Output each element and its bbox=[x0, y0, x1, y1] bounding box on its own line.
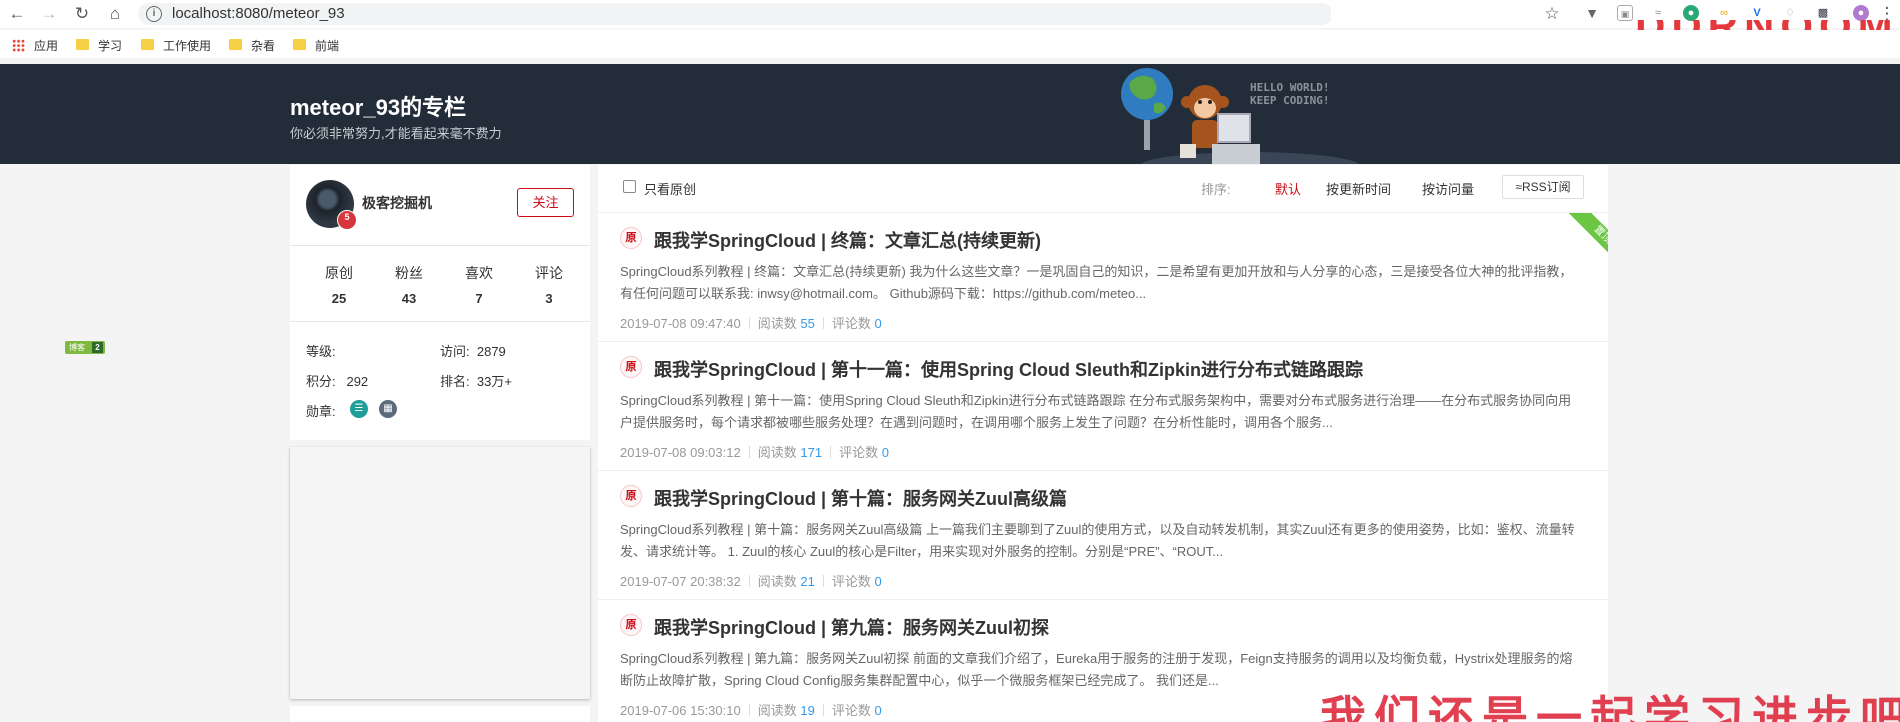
back-icon[interactable]: ← bbox=[6, 3, 28, 25]
monkey-banner-image bbox=[1121, 68, 1359, 164]
extension-icon-4[interactable]: ● bbox=[1683, 5, 1699, 21]
extension-icon-3[interactable]: ≈ bbox=[1650, 5, 1666, 21]
original-badge: 原 bbox=[620, 614, 642, 636]
sidebar-ad-placeholder bbox=[290, 447, 590, 699]
stat-comments[interactable]: 评论 3 bbox=[514, 263, 584, 306]
stat-likes[interactable]: 喜欢 7 bbox=[444, 263, 514, 306]
article-item: 原 跟我学SpringCloud | 第十篇：服务网关Zuul高级篇 Sprin… bbox=[598, 471, 1608, 600]
article-meta: 2019-07-07 20:38:32 阅读数 21 评论数 0 bbox=[620, 574, 882, 589]
divider bbox=[290, 245, 590, 246]
bookmarks-bar: 应用 学习 工作使用 杂看 前端 bbox=[0, 30, 1900, 58]
article-title[interactable]: 跟我学SpringCloud | 第十一篇：使用Spring Cloud Sle… bbox=[654, 356, 1363, 382]
bookmark-apps[interactable]: 应用 bbox=[12, 37, 58, 53]
overlay-decoration: 我们还是一起学习进步吧 bbox=[1320, 692, 1900, 722]
article-date: 2019-07-08 09:03:12 bbox=[620, 445, 741, 460]
list-toolbar: 只看原创 排序: 默认 按更新时间 按访问量 ≈RSS订阅 bbox=[598, 165, 1608, 213]
article-summary[interactable]: SpringCloud系列教程 | 第十篇：服务网关Zuul高级篇 上一篇我们主… bbox=[620, 519, 1580, 563]
article-title[interactable]: 跟我学SpringCloud | 终篇：文章汇总(持续更新) bbox=[654, 227, 1041, 253]
bookmark-misc[interactable]: 杂看 bbox=[229, 37, 275, 53]
medal-icon-book[interactable]: ▦ bbox=[379, 400, 397, 418]
sort-label: 排序: bbox=[1201, 182, 1231, 197]
banner-text: HELLO WORLD! KEEP CODING! bbox=[1250, 81, 1330, 107]
address-bar[interactable]: i localhost:8080/meteor_93 bbox=[138, 3, 1333, 25]
level-label: 等级: bbox=[306, 344, 336, 359]
article-meta: 2019-07-06 15:30:10 阅读数 19 评论数 0 bbox=[620, 703, 882, 718]
extension-icon-1[interactable]: ▼ bbox=[1584, 5, 1600, 21]
blog-subtitle: 你必须非常努力,才能看起来毫不费力 bbox=[290, 126, 502, 141]
article-meta: 2019-07-08 09:47:40 阅读数 55 评论数 0 bbox=[620, 316, 882, 331]
read-count: 21 bbox=[800, 574, 815, 589]
avatar-level-badge: 5 bbox=[337, 210, 357, 230]
article-date: 2019-07-07 20:38:32 bbox=[620, 574, 741, 589]
folder-icon bbox=[293, 38, 306, 50]
original-badge: 原 bbox=[620, 356, 642, 378]
comment-count[interactable]: 0 bbox=[882, 445, 889, 460]
sort-by-updated[interactable]: 按更新时间 bbox=[1326, 179, 1391, 198]
comment-count[interactable]: 0 bbox=[874, 703, 881, 718]
site-info-icon[interactable]: i bbox=[146, 6, 162, 22]
sort-default[interactable]: 默认 bbox=[1275, 179, 1301, 198]
profile-card: 5 极客挖掘机 关注 原创 25 粉丝 43 喜欢 7 评论 3 等级: 访问:… bbox=[290, 165, 590, 440]
address-url[interactable]: localhost:8080/meteor_93 bbox=[172, 5, 345, 22]
visits-value: 2879 bbox=[476, 344, 506, 359]
stat-original[interactable]: 原创 25 bbox=[304, 263, 374, 306]
folder-icon bbox=[76, 38, 89, 50]
folder-icon bbox=[229, 38, 242, 50]
original-badge: 原 bbox=[620, 485, 642, 507]
apps-grid-icon bbox=[12, 38, 25, 52]
reload-icon[interactable]: ↻ bbox=[71, 3, 93, 25]
medals-label: 勋章: bbox=[306, 404, 336, 419]
folder-icon bbox=[141, 38, 154, 50]
blog-level-badge[interactable]: 博客 2 bbox=[65, 341, 105, 354]
article-summary[interactable]: SpringCloud系列教程 | 终篇：文章汇总(持续更新) 我为什么这些文章… bbox=[620, 261, 1580, 305]
extension-icon-8[interactable]: ▩ bbox=[1815, 5, 1831, 21]
visits-row: 访问: 2879 bbox=[440, 344, 506, 359]
medal-icon-list[interactable]: ☰ bbox=[350, 400, 368, 418]
profile-avatar-icon[interactable]: ● bbox=[1853, 5, 1869, 21]
browser-toolbar: ← → ↻ ⌂ i localhost:8080/meteor_93 ☆ ▼ ▣… bbox=[0, 0, 1900, 28]
article-title[interactable]: 跟我学SpringCloud | 第十篇：服务网关Zuul高级篇 bbox=[654, 485, 1067, 511]
only-original-checkbox[interactable] bbox=[623, 180, 636, 193]
bookmark-work[interactable]: 工作使用 bbox=[141, 37, 211, 53]
points-row: 积分: 292 bbox=[306, 374, 369, 389]
divider bbox=[290, 321, 590, 322]
original-badge: 原 bbox=[620, 227, 642, 249]
bookmark-study[interactable]: 学习 bbox=[76, 37, 122, 53]
home-icon[interactable]: ⌂ bbox=[104, 3, 126, 25]
article-summary[interactable]: SpringCloud系列教程 | 第十一篇：使用Spring Cloud Sl… bbox=[620, 390, 1580, 434]
bookmark-frontend[interactable]: 前端 bbox=[293, 37, 339, 53]
blog-title[interactable]: meteor_93的专栏 bbox=[290, 90, 466, 122]
points-value: 292 bbox=[346, 374, 369, 389]
article-item: 原 跟我学SpringCloud | 第十一篇：使用Spring Cloud S… bbox=[598, 342, 1608, 471]
read-count: 19 bbox=[800, 703, 815, 718]
follow-button[interactable]: 关注 bbox=[517, 188, 574, 217]
comment-count[interactable]: 0 bbox=[874, 316, 881, 331]
sort-by-visits[interactable]: 按访问量 bbox=[1422, 179, 1474, 198]
profile-name[interactable]: 极客挖掘机 bbox=[362, 193, 432, 213]
sidebar-next-card bbox=[290, 706, 590, 722]
only-original-label[interactable]: 只看原创 bbox=[644, 179, 696, 198]
blog-header: meteor_93的专栏 你必须非常努力,才能看起来毫不费力 HELLO WOR… bbox=[0, 64, 1900, 164]
article-title[interactable]: 跟我学SpringCloud | 第九篇：服务网关Zuul初探 bbox=[654, 614, 1049, 640]
read-count: 55 bbox=[800, 316, 815, 331]
rank-value: 33万+ bbox=[476, 374, 512, 389]
extension-icon-5[interactable]: ∞ bbox=[1716, 5, 1732, 21]
stat-fans[interactable]: 粉丝 43 bbox=[374, 263, 444, 306]
article-meta: 2019-07-08 09:03:12 阅读数 171 评论数 0 bbox=[620, 445, 889, 460]
rss-button[interactable]: ≈RSS订阅 bbox=[1502, 175, 1584, 199]
article-item: 原 跟我学SpringCloud | 终篇：文章汇总(持续更新) SpringC… bbox=[598, 213, 1608, 342]
forward-icon[interactable]: → bbox=[38, 3, 60, 25]
read-count: 171 bbox=[800, 445, 823, 460]
extension-icon-2[interactable]: ▣ bbox=[1617, 5, 1633, 21]
article-date: 2019-07-06 15:30:10 bbox=[620, 703, 741, 718]
article-date: 2019-07-08 09:47:40 bbox=[620, 316, 741, 331]
bookmark-star-icon[interactable]: ☆ bbox=[1541, 3, 1563, 25]
extension-icon-7[interactable]: ♢ bbox=[1782, 5, 1798, 21]
rank-row: 排名: 33万+ bbox=[440, 374, 512, 389]
extension-icon-6[interactable]: V bbox=[1749, 5, 1765, 21]
comment-count[interactable]: 0 bbox=[874, 574, 881, 589]
rss-icon: ≈ bbox=[1515, 180, 1522, 194]
avatar[interactable]: 5 bbox=[306, 180, 357, 230]
article-list-panel: 只看原创 排序: 默认 按更新时间 按访问量 ≈RSS订阅 置顶 原 跟我学Sp… bbox=[598, 165, 1608, 722]
